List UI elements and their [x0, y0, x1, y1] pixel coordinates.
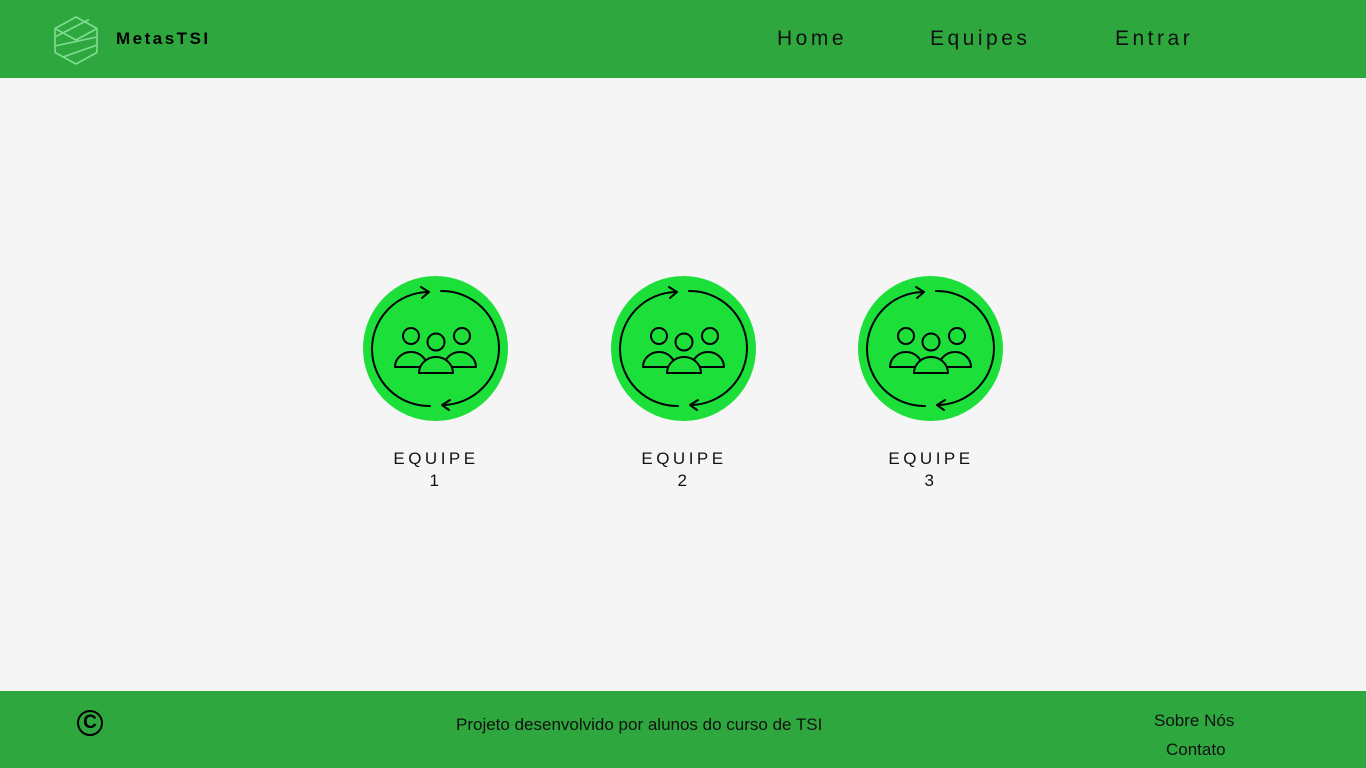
team-label: EQUIPE 1	[361, 448, 511, 492]
team-label-title: EQUIPE	[888, 449, 974, 468]
team-icon-circle	[363, 276, 508, 421]
team-cycle-icon	[866, 286, 995, 411]
team-card-2[interactable]: EQUIPE 2	[609, 276, 759, 496]
team-label-number: 1	[429, 471, 443, 490]
team-label-title: EQUIPE	[641, 449, 727, 468]
team-label-number: 3	[924, 471, 938, 490]
team-cycle-icon	[371, 286, 500, 411]
team-card-1[interactable]: EQUIPE 1	[361, 276, 511, 496]
footer-about-link[interactable]: Sobre Nós	[1154, 711, 1234, 731]
footer-contact-link[interactable]: Contato	[1166, 740, 1226, 760]
team-label: EQUIPE 2	[609, 448, 759, 492]
footer-credit-text: Projeto desenvolvido por alunos do curso…	[456, 715, 823, 734]
copyright-icon: C	[77, 710, 103, 736]
cube-logo-icon[interactable]	[53, 15, 99, 66]
team-label-number: 2	[677, 471, 691, 490]
site-header: MetasTSI Home Equipes Entrar	[0, 0, 1366, 78]
team-icon-circle	[611, 276, 756, 421]
site-footer: C Projeto desenvolvido por alunos do cur…	[0, 691, 1366, 768]
team-cycle-icon	[619, 286, 748, 411]
main-content: EQUIPE 1 EQUIPE 2 EQUIPE 3	[0, 78, 1366, 691]
team-card-3[interactable]: EQUIPE 3	[856, 276, 1006, 496]
nav-teams-link[interactable]: Equipes	[930, 27, 1030, 51]
nav-home-link[interactable]: Home	[777, 27, 847, 51]
team-label: EQUIPE 3	[856, 448, 1006, 492]
team-icon-circle	[858, 276, 1003, 421]
nav-login-link[interactable]: Entrar	[1115, 27, 1193, 51]
brand-name[interactable]: MetasTSI	[116, 29, 211, 49]
team-label-title: EQUIPE	[393, 449, 479, 468]
